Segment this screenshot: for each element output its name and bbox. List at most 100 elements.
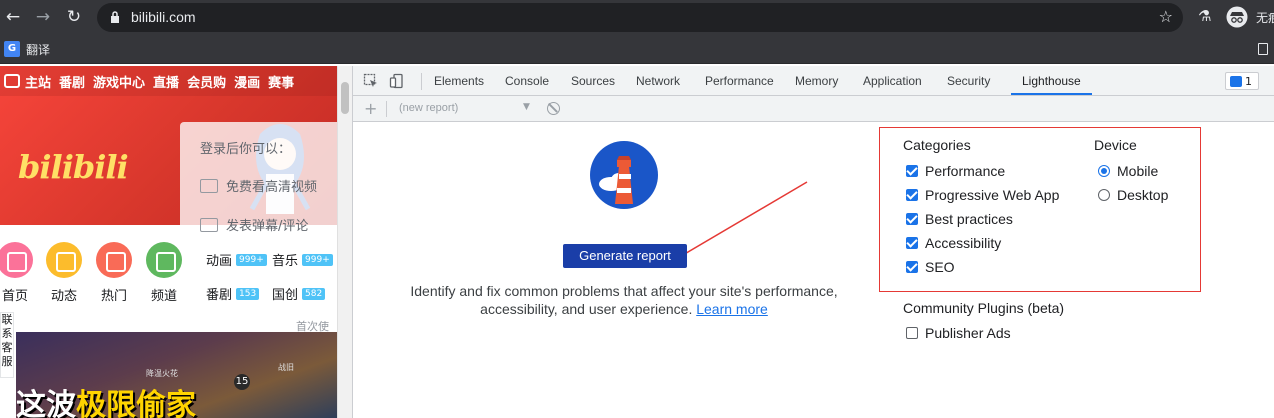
category-seo[interactable]: SEO: [906, 258, 955, 276]
nav-item[interactable]: 直播: [153, 72, 179, 91]
channel-home[interactable]: 首页: [0, 242, 40, 304]
forward-icon[interactable]: →: [32, 6, 54, 28]
stat-label: 动画: [206, 254, 233, 269]
bilibili-logo[interactable]: bilibili: [18, 148, 129, 186]
tab-memory[interactable]: Memory: [795, 66, 838, 95]
page-scrollbar[interactable]: [337, 66, 352, 418]
add-report-icon[interactable]: +: [364, 99, 377, 118]
stat-label: 音乐: [272, 254, 299, 269]
video-title-highlight: 极限偷家: [76, 388, 196, 418]
profile-label[interactable]: 无痕: [1256, 9, 1274, 26]
channel-label: 频道: [150, 289, 177, 304]
tab-application[interactable]: Application: [863, 66, 922, 95]
nav-item[interactable]: 赛事: [268, 72, 294, 91]
nav-item[interactable]: 漫画: [234, 72, 260, 91]
plugins-heading: Community Plugins (beta): [903, 300, 1065, 316]
scrollbar-thumb[interactable]: [341, 82, 349, 114]
category-label: Best practices: [925, 211, 1013, 227]
flame-icon: [96, 242, 132, 278]
learn-more-link[interactable]: Learn more: [696, 301, 768, 317]
tv-icon: [4, 74, 20, 88]
channel-channels[interactable]: 频道: [139, 242, 189, 304]
generate-report-button[interactable]: Generate report: [563, 244, 687, 268]
back-icon[interactable]: ←: [2, 6, 24, 28]
login-popover: 登录后你可以： 免费看高清视频 发表弹幕/评论 动画 999+ 音乐 999+ …: [180, 122, 337, 338]
stat-badge: 153: [236, 287, 260, 300]
video-thumbnail[interactable]: 降温火花 15 战旧 这波极限偷家: [16, 332, 337, 418]
incognito-icon[interactable]: [1226, 6, 1248, 28]
checkbox-checked[interactable]: [906, 189, 918, 201]
stat-label: 国创: [272, 288, 299, 303]
channel-dynamic[interactable]: 动态: [39, 242, 89, 304]
category-label: Performance: [925, 163, 1006, 179]
stat-anime[interactable]: 动画 999+: [206, 250, 267, 269]
channel-icons: 首页 动态 热门 频道: [0, 242, 200, 312]
nav-item[interactable]: 主站: [25, 72, 51, 91]
stat-bangumi[interactable]: 番剧 153: [206, 284, 260, 303]
tab-sources[interactable]: Sources: [571, 66, 615, 95]
channel-label: 动态: [50, 289, 77, 304]
dropdown-arrow-icon[interactable]: ▼: [523, 102, 530, 112]
toolbar-separator: [386, 101, 387, 117]
nav-item[interactable]: 番剧: [59, 72, 85, 91]
channels-icon: [146, 242, 182, 278]
pinwheel-icon: [46, 242, 82, 278]
category-label: Progressive Web App: [925, 187, 1060, 203]
report-select[interactable]: (new report): [399, 102, 458, 114]
customer-service-tab[interactable]: 联系客服: [0, 312, 14, 378]
login-benefit-label: 发表弹幕/评论: [226, 219, 309, 234]
channel-hot[interactable]: 热门: [89, 242, 139, 304]
device-label: Mobile: [1117, 163, 1159, 179]
checkbox-checked[interactable]: [906, 213, 918, 225]
bookmark-label: 翻译: [26, 42, 51, 57]
lighthouse-logo-icon: [590, 141, 658, 209]
translate-icon: G: [4, 41, 20, 57]
stat-music[interactable]: 音乐 999+: [272, 250, 333, 269]
category-accessibility[interactable]: Accessibility: [906, 234, 1001, 252]
bookmark-translate[interactable]: G 翻译: [4, 40, 50, 58]
stat-badge: 582: [302, 287, 326, 300]
reading-list-icon[interactable]: [1258, 43, 1268, 55]
radio-selected[interactable]: [1098, 165, 1110, 177]
channel-label: 热门: [100, 289, 127, 304]
tab-lighthouse[interactable]: Lighthouse: [1011, 66, 1092, 95]
address-bar[interactable]: bilibili.com ☆: [97, 3, 1183, 32]
checkbox-checked[interactable]: [906, 165, 918, 177]
inspect-element-icon[interactable]: [363, 73, 379, 89]
message-icon: [1230, 75, 1242, 87]
game-hud-badge: 15: [234, 374, 250, 390]
home-icon: [0, 242, 33, 278]
plugin-publisher-ads[interactable]: Publisher Ads: [906, 324, 1011, 342]
bookmark-star-icon[interactable]: ☆: [1159, 7, 1173, 26]
tab-security[interactable]: Security: [947, 66, 990, 95]
clear-reports-icon[interactable]: [547, 102, 560, 115]
issues-counter[interactable]: 1: [1225, 72, 1259, 90]
category-performance[interactable]: Performance: [906, 162, 1005, 180]
nav-item[interactable]: 会员购: [187, 72, 226, 91]
device-toolbar-icon[interactable]: [389, 73, 405, 89]
web-page-viewport: 主站 番剧 游戏中心 直播 会员购 漫画 赛事 bilibili 登录后你可以：…: [0, 66, 337, 418]
checkbox-checked[interactable]: [906, 261, 918, 273]
hd-icon: [200, 178, 218, 193]
tab-console[interactable]: Console: [505, 66, 549, 95]
device-desktop[interactable]: Desktop: [1098, 186, 1168, 204]
nav-item[interactable]: 游戏中心: [93, 72, 145, 91]
category-best-practices[interactable]: Best practices: [906, 210, 1013, 228]
tab-network[interactable]: Network: [636, 66, 680, 95]
tab-elements[interactable]: Elements: [434, 66, 484, 95]
url-text: bilibili.com: [131, 9, 196, 25]
radio-unselected[interactable]: [1098, 189, 1110, 201]
devtools-tab-bar: Elements Console Sources Network Perform…: [353, 66, 1274, 96]
tab-performance[interactable]: Performance: [705, 66, 774, 95]
checkbox-unchecked[interactable]: [906, 327, 918, 339]
video-title-overlay: 这波极限偷家: [16, 380, 196, 418]
login-benefit-hd: 免费看高清视频: [200, 176, 317, 195]
extension-icon[interactable]: ⚗: [1198, 7, 1211, 25]
bookmarks-bar: G 翻译: [0, 35, 1274, 64]
reload-icon[interactable]: ↻: [63, 6, 85, 28]
category-pwa[interactable]: Progressive Web App: [906, 186, 1059, 204]
login-benefit-comment: 发表弹幕/评论: [200, 215, 308, 234]
checkbox-checked[interactable]: [906, 237, 918, 249]
stat-guochuang[interactable]: 国创 582: [272, 284, 326, 303]
device-mobile[interactable]: Mobile: [1098, 162, 1158, 180]
